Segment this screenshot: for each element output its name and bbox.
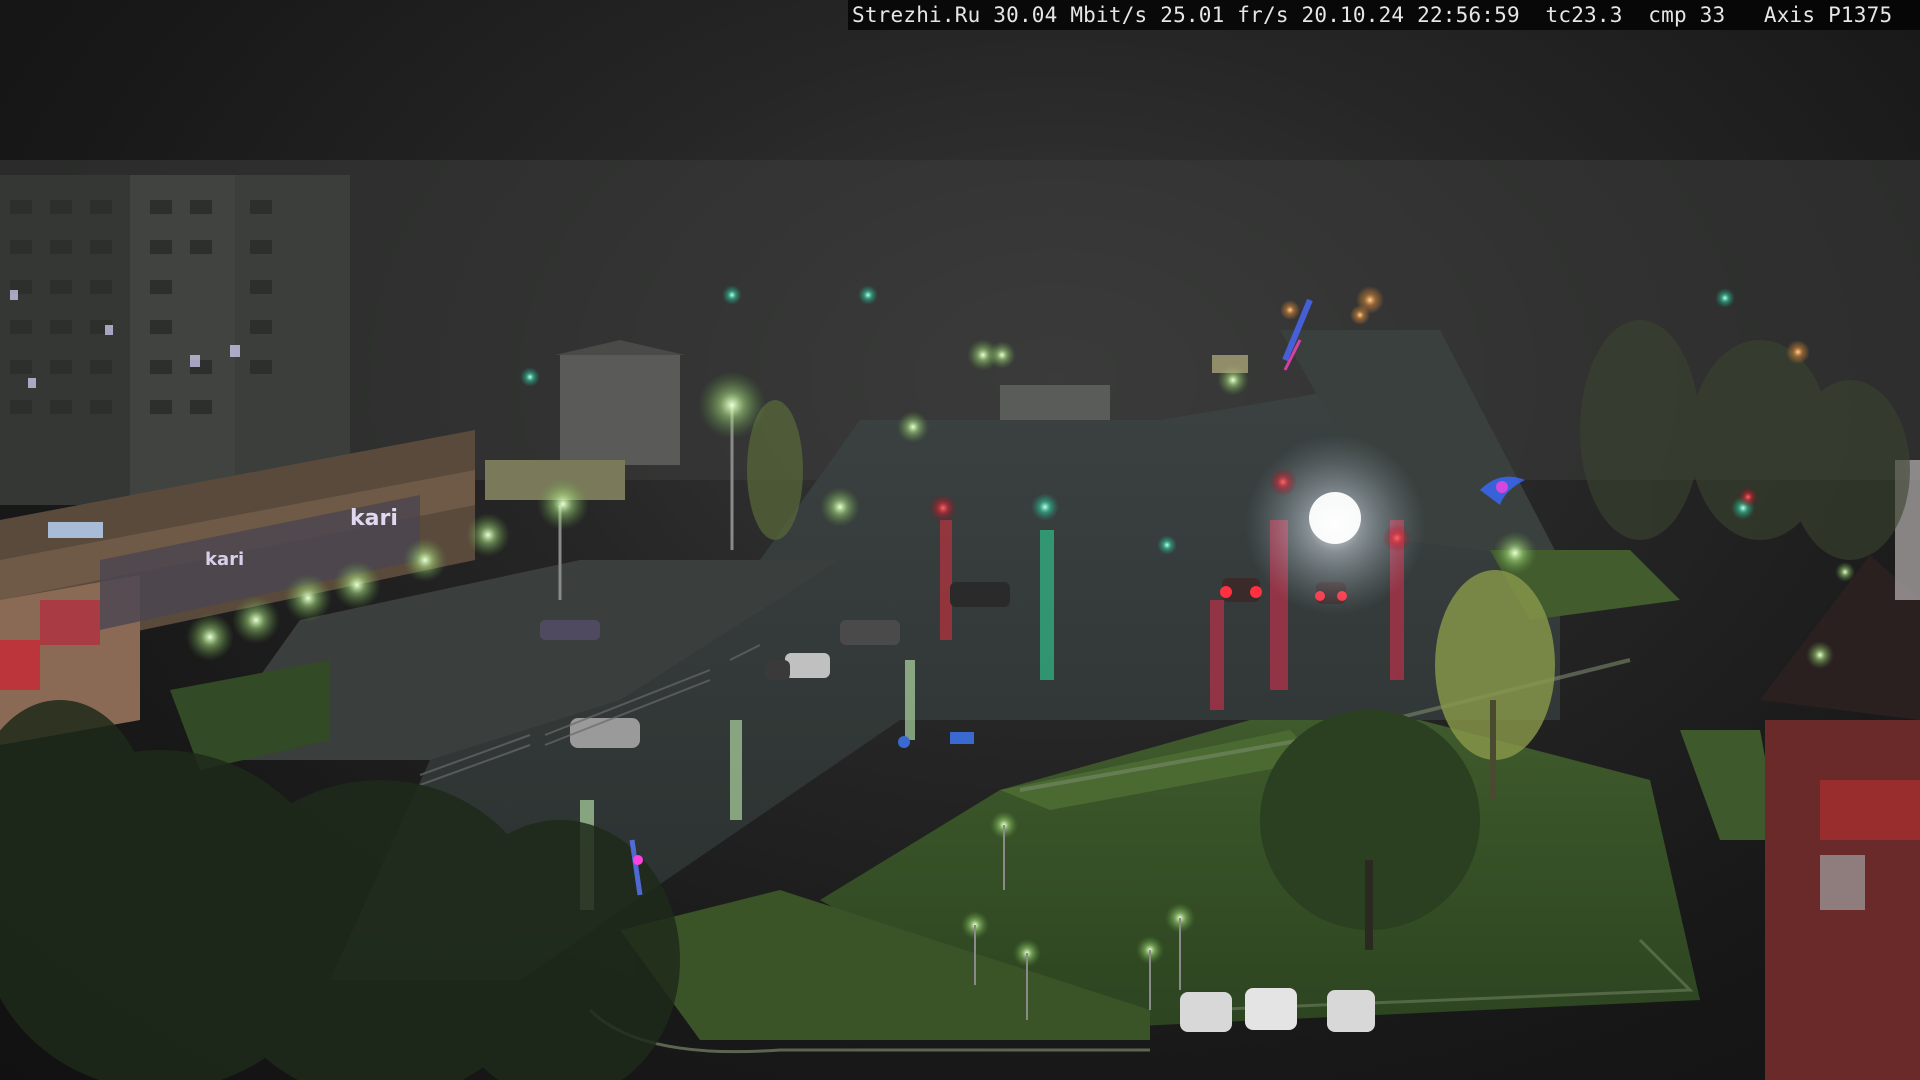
apartment-building-left (0, 175, 350, 505)
house-center-left (560, 355, 680, 465)
blue-store-sign (48, 522, 103, 538)
road-sign (950, 732, 974, 744)
distant-building (1000, 385, 1110, 425)
camera-overlay-text: Strezhi.Ru 30.04 Mbit/s 25.01 fr/s 20.10… (852, 3, 1893, 27)
webcam-frame: kari kari Strezhi.Ru 30.04 Mbit/s 25.01 … (0, 0, 1920, 1080)
billboard (1212, 355, 1248, 373)
store-sign-kari: kari (350, 506, 398, 531)
store-sign-kari-2: kari (205, 549, 244, 570)
night-street-photo: kari kari (0, 160, 1920, 1080)
